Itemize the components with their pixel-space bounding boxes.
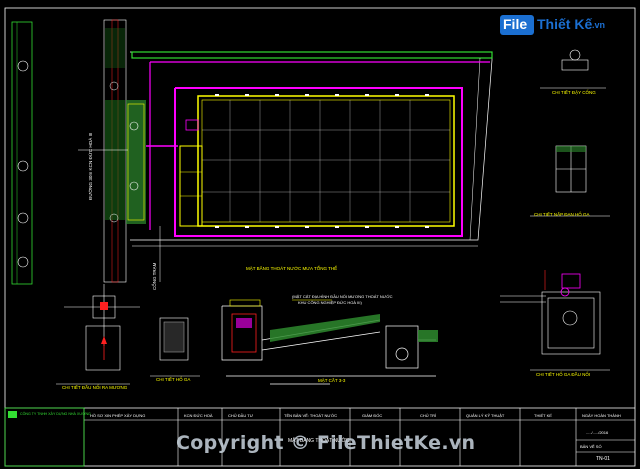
copyright-watermark: Copyright © FileThietKe.vn: [176, 432, 476, 454]
tb-header-2: CHỦ ĐẦU TƯ: [228, 413, 254, 418]
section-label: MẶT CẮT 3-3: [318, 378, 346, 383]
section-note-2: KHU CÔNG NGHIỆP ĐỨC HOÀ III): [298, 300, 362, 305]
sheet-value: TN-01: [596, 456, 610, 462]
tb-header-3: TÊN BẢN VẼ: THOÁT NƯỚC: [284, 413, 338, 418]
detail-connection-label: CHI TIẾT ĐẦU NỐI RA MƯƠNG: [62, 385, 128, 390]
logo-text-thietke: Thiết Kế: [537, 16, 593, 32]
site-plan-label: MẶT BẰNG THOÁT NƯỚC MƯA TỔNG THỂ: [246, 266, 338, 271]
detail-cover-label: CHI TIẾT ĐẬY CỐNG: [552, 90, 596, 95]
date-value: ...../...../2016: [586, 430, 609, 435]
gate-label: CỔNG TRẠM: [152, 262, 157, 290]
tb-header-4: GIÁM ĐỐC: [362, 413, 383, 418]
road-label: ĐƯỜNG 30m KCN ĐỨC HOÀ III: [88, 132, 93, 200]
logo-text-file: File: [503, 16, 528, 32]
detail-pit-label: CHI TIẾT HỐ GA ĐẦU NỐI: [536, 372, 591, 377]
section-note-1: (MẶT CẮT ĐỊA HÌNH ĐẦU NỐI MƯƠNG THOÁT NƯ…: [292, 294, 393, 299]
tb-header-0: HỒ SƠ XIN PHÉP XÂY DỰNG: [90, 413, 146, 418]
sheet-label: BẢN VẼ SỐ: [580, 444, 602, 449]
logo-text-vn: .vn: [592, 20, 606, 30]
cad-drawing: [4, 7, 636, 467]
tb-header-5: CHỦ TRÌ: [420, 413, 437, 418]
detail-cover-grate-label: CHI TIẾT NẮP ĐAN HỐ GA: [534, 212, 590, 217]
tb-header-6: QUẢN LÝ KỸ THUẬT: [466, 413, 505, 418]
tb-header-1: KCN ĐỨC HOÀ: [184, 413, 213, 418]
tb-header-8: NGÀY HOÀN THÀNH: [582, 413, 621, 418]
detail-manhole-label: CHI TIẾT HỐ GA: [156, 377, 191, 382]
company-name: CÔNG TY TNHH XÂY DỰNG NHÀ XƯỞNG: [20, 412, 91, 416]
tb-header-7: THIẾT KẾ: [534, 413, 552, 418]
filethietke-logo: File Thiết Kế .vn: [500, 13, 618, 37]
